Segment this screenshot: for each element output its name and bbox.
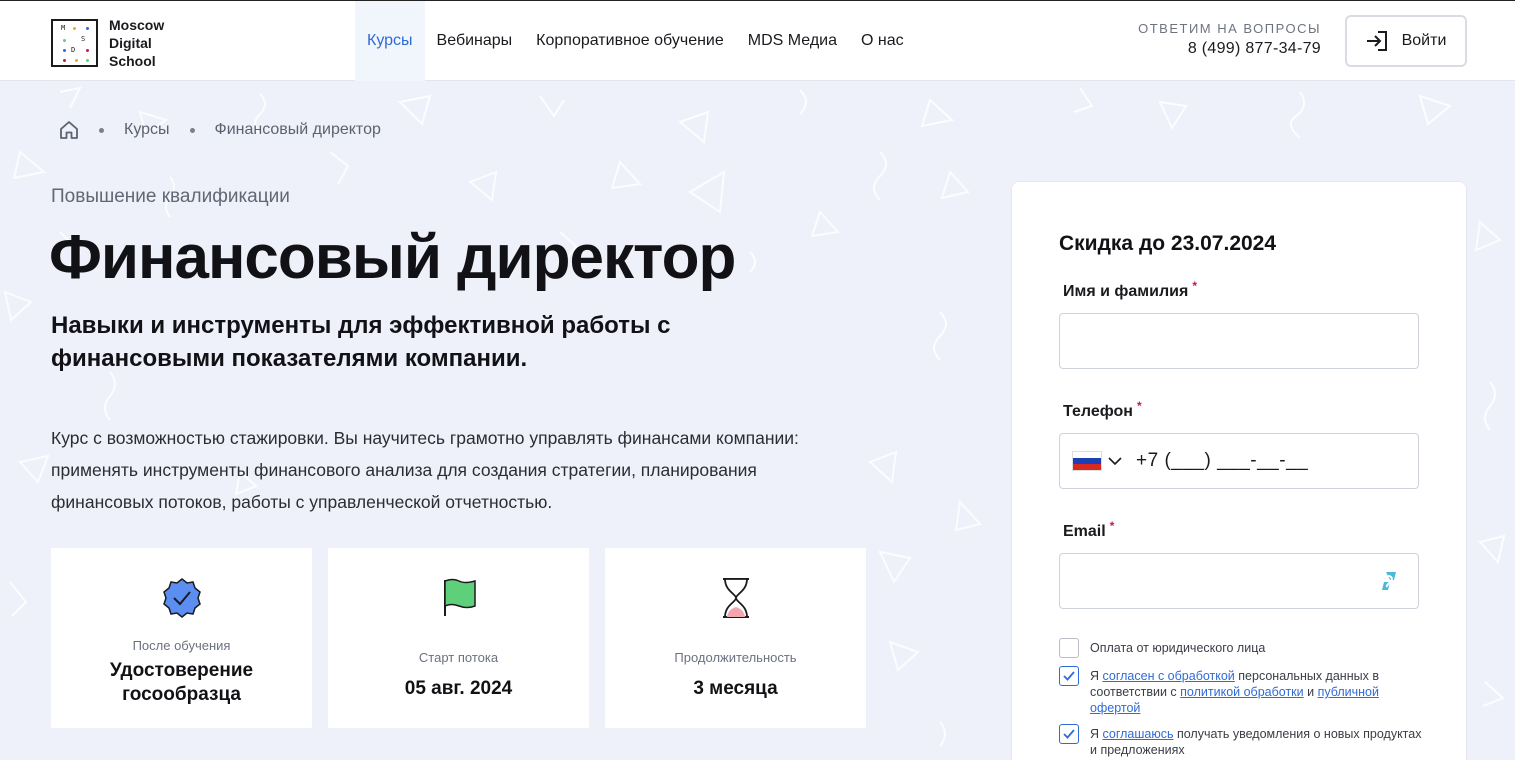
form-title: Скидка до 23.07.2024 bbox=[1059, 232, 1277, 255]
site-header: M S D Moscow Digital School Курсы Вебина… bbox=[0, 1, 1515, 81]
consent-text-part: и bbox=[1303, 685, 1318, 699]
required-mark: * bbox=[1192, 279, 1197, 293]
breadcrumb-separator bbox=[99, 127, 104, 133]
flag-icon bbox=[443, 578, 476, 616]
consent-checkbox[interactable] bbox=[1059, 666, 1079, 686]
email-label: Email * bbox=[1063, 519, 1114, 541]
course-facts: После обучения Удостоверение госообразца… bbox=[51, 548, 866, 728]
required-mark: * bbox=[1109, 519, 1115, 533]
email-label-text: Email bbox=[1063, 523, 1106, 540]
logo-dot bbox=[86, 59, 89, 62]
certificate-badge-icon bbox=[162, 578, 201, 618]
newsletter-text-part: Я bbox=[1090, 727, 1103, 741]
logo-dot bbox=[75, 59, 78, 62]
logo-dot bbox=[63, 59, 66, 62]
breadcrumb-courses[interactable]: Курсы bbox=[124, 121, 170, 139]
fact-value: 05 авг. 2024 bbox=[404, 678, 513, 699]
logo-letter: D bbox=[71, 46, 76, 54]
logo-mark: M S D bbox=[51, 19, 98, 67]
contact-block: ОТВЕТИМ НА ВОПРОСЫ 8 (499) 877-34-79 bbox=[1138, 21, 1321, 58]
legal-entity-label: Оплата от юридического лица bbox=[1090, 641, 1266, 655]
processing-consent-link[interactable]: согласен с обработкой bbox=[1103, 669, 1235, 683]
newsletter-checkbox[interactable] bbox=[1059, 724, 1079, 744]
fact-value: Удостоверение госообразца bbox=[109, 660, 254, 705]
name-label: Имя и фамилия * bbox=[1063, 279, 1197, 301]
nav-item-about[interactable]: О нас bbox=[849, 1, 916, 81]
home-icon[interactable] bbox=[59, 120, 79, 140]
flag-stripe bbox=[1073, 464, 1101, 470]
login-button[interactable]: Войти bbox=[1345, 15, 1467, 67]
newsletter-text: Я соглашаюсь получать уведомления о новы… bbox=[1090, 726, 1429, 758]
fact-value: 3 месяца bbox=[693, 678, 778, 699]
course-description: Курс с возможностью стажировки. Вы научи… bbox=[51, 428, 799, 512]
autofill-extension-icon[interactable] bbox=[1380, 570, 1400, 592]
legal-entity-checkbox-row: Оплата от юридического лица bbox=[1059, 638, 1429, 658]
checkmark-icon bbox=[1063, 729, 1075, 739]
logo-letter: S bbox=[81, 35, 86, 43]
logo-dot bbox=[73, 27, 76, 30]
nav-item-webinars[interactable]: Вебинары bbox=[425, 1, 525, 81]
fact-label: Старт потока bbox=[418, 650, 499, 665]
nav-item-courses[interactable]: Курсы bbox=[355, 1, 425, 81]
consent-checkbox-row: Я согласен с обработкой персональных дан… bbox=[1059, 666, 1429, 716]
chevron-down-icon[interactable] bbox=[1108, 456, 1122, 466]
privacy-policy-link[interactable]: политикой обработки bbox=[1180, 685, 1303, 699]
email-input[interactable] bbox=[1059, 553, 1419, 609]
nav-item-mds-media[interactable]: MDS Медиа bbox=[736, 1, 849, 81]
fact-label: Продолжительность bbox=[674, 650, 797, 665]
breadcrumb-separator bbox=[189, 127, 195, 133]
logo[interactable]: M S D Moscow Digital School bbox=[51, 16, 164, 70]
contact-phone-link[interactable]: 8 (499) 877-34-79 bbox=[1138, 40, 1321, 58]
legal-entity-checkbox[interactable] bbox=[1059, 638, 1079, 658]
fact-card-duration: Продолжительность 3 месяца bbox=[605, 548, 866, 728]
logo-dot bbox=[86, 27, 89, 30]
notifications-consent-link[interactable]: соглашаюсь bbox=[1103, 727, 1174, 741]
phone-label: Телефон * bbox=[1063, 399, 1142, 421]
hourglass-icon bbox=[722, 578, 749, 618]
phone-input[interactable]: +7 (___) ___-__-__ bbox=[1059, 433, 1419, 489]
nav-item-corporate[interactable]: Корпоративное обучение bbox=[524, 1, 736, 81]
consent-text: Я согласен с обработкой персональных дан… bbox=[1090, 668, 1429, 716]
logo-dot bbox=[86, 49, 89, 52]
logo-text: Moscow Digital School bbox=[109, 16, 164, 70]
name-input[interactable] bbox=[1059, 313, 1419, 369]
logo-line: School bbox=[109, 53, 156, 69]
login-label: Войти bbox=[1401, 32, 1447, 49]
logo-letter: M bbox=[61, 24, 66, 32]
newsletter-checkbox-row: Я соглашаюсь получать уведомления о новы… bbox=[1059, 724, 1429, 758]
login-icon bbox=[1366, 31, 1387, 51]
logo-line: Digital bbox=[109, 35, 152, 51]
checkmark-icon bbox=[1063, 671, 1075, 681]
fact-label: После обучения bbox=[132, 638, 231, 653]
signup-form: Скидка до 23.07.2024 Имя и фамилия * Теле… bbox=[1011, 181, 1467, 760]
fact-card-certificate: После обучения Удостоверение госообразца bbox=[51, 548, 312, 728]
phone-mask: +7 (___) ___-__-__ bbox=[1136, 450, 1309, 471]
breadcrumb: Курсы Финансовый директор bbox=[59, 120, 381, 140]
course-lead: Навыки и инструменты для эффективной раб… bbox=[51, 312, 671, 372]
page-title: Финансовый директор bbox=[49, 223, 736, 292]
required-mark: * bbox=[1136, 399, 1142, 413]
consent-text-part: Я bbox=[1090, 669, 1103, 683]
contact-label: ОТВЕТИМ НА ВОПРОСЫ bbox=[1138, 21, 1321, 36]
fact-card-start: Старт потока 05 авг. 2024 bbox=[328, 548, 589, 728]
logo-dot bbox=[63, 39, 66, 42]
logo-dot bbox=[63, 49, 66, 52]
country-flag-icon[interactable] bbox=[1072, 451, 1102, 471]
logo-line: Moscow bbox=[109, 17, 165, 33]
name-label-text: Имя и фамилия bbox=[1063, 283, 1189, 300]
main-nav: Курсы Вебинары Корпоративное обучение MD… bbox=[355, 1, 916, 81]
course-category: Повышение квалификации bbox=[51, 186, 290, 207]
phone-label-text: Телефон bbox=[1063, 403, 1133, 420]
breadcrumb-current: Финансовый директор bbox=[214, 121, 381, 138]
